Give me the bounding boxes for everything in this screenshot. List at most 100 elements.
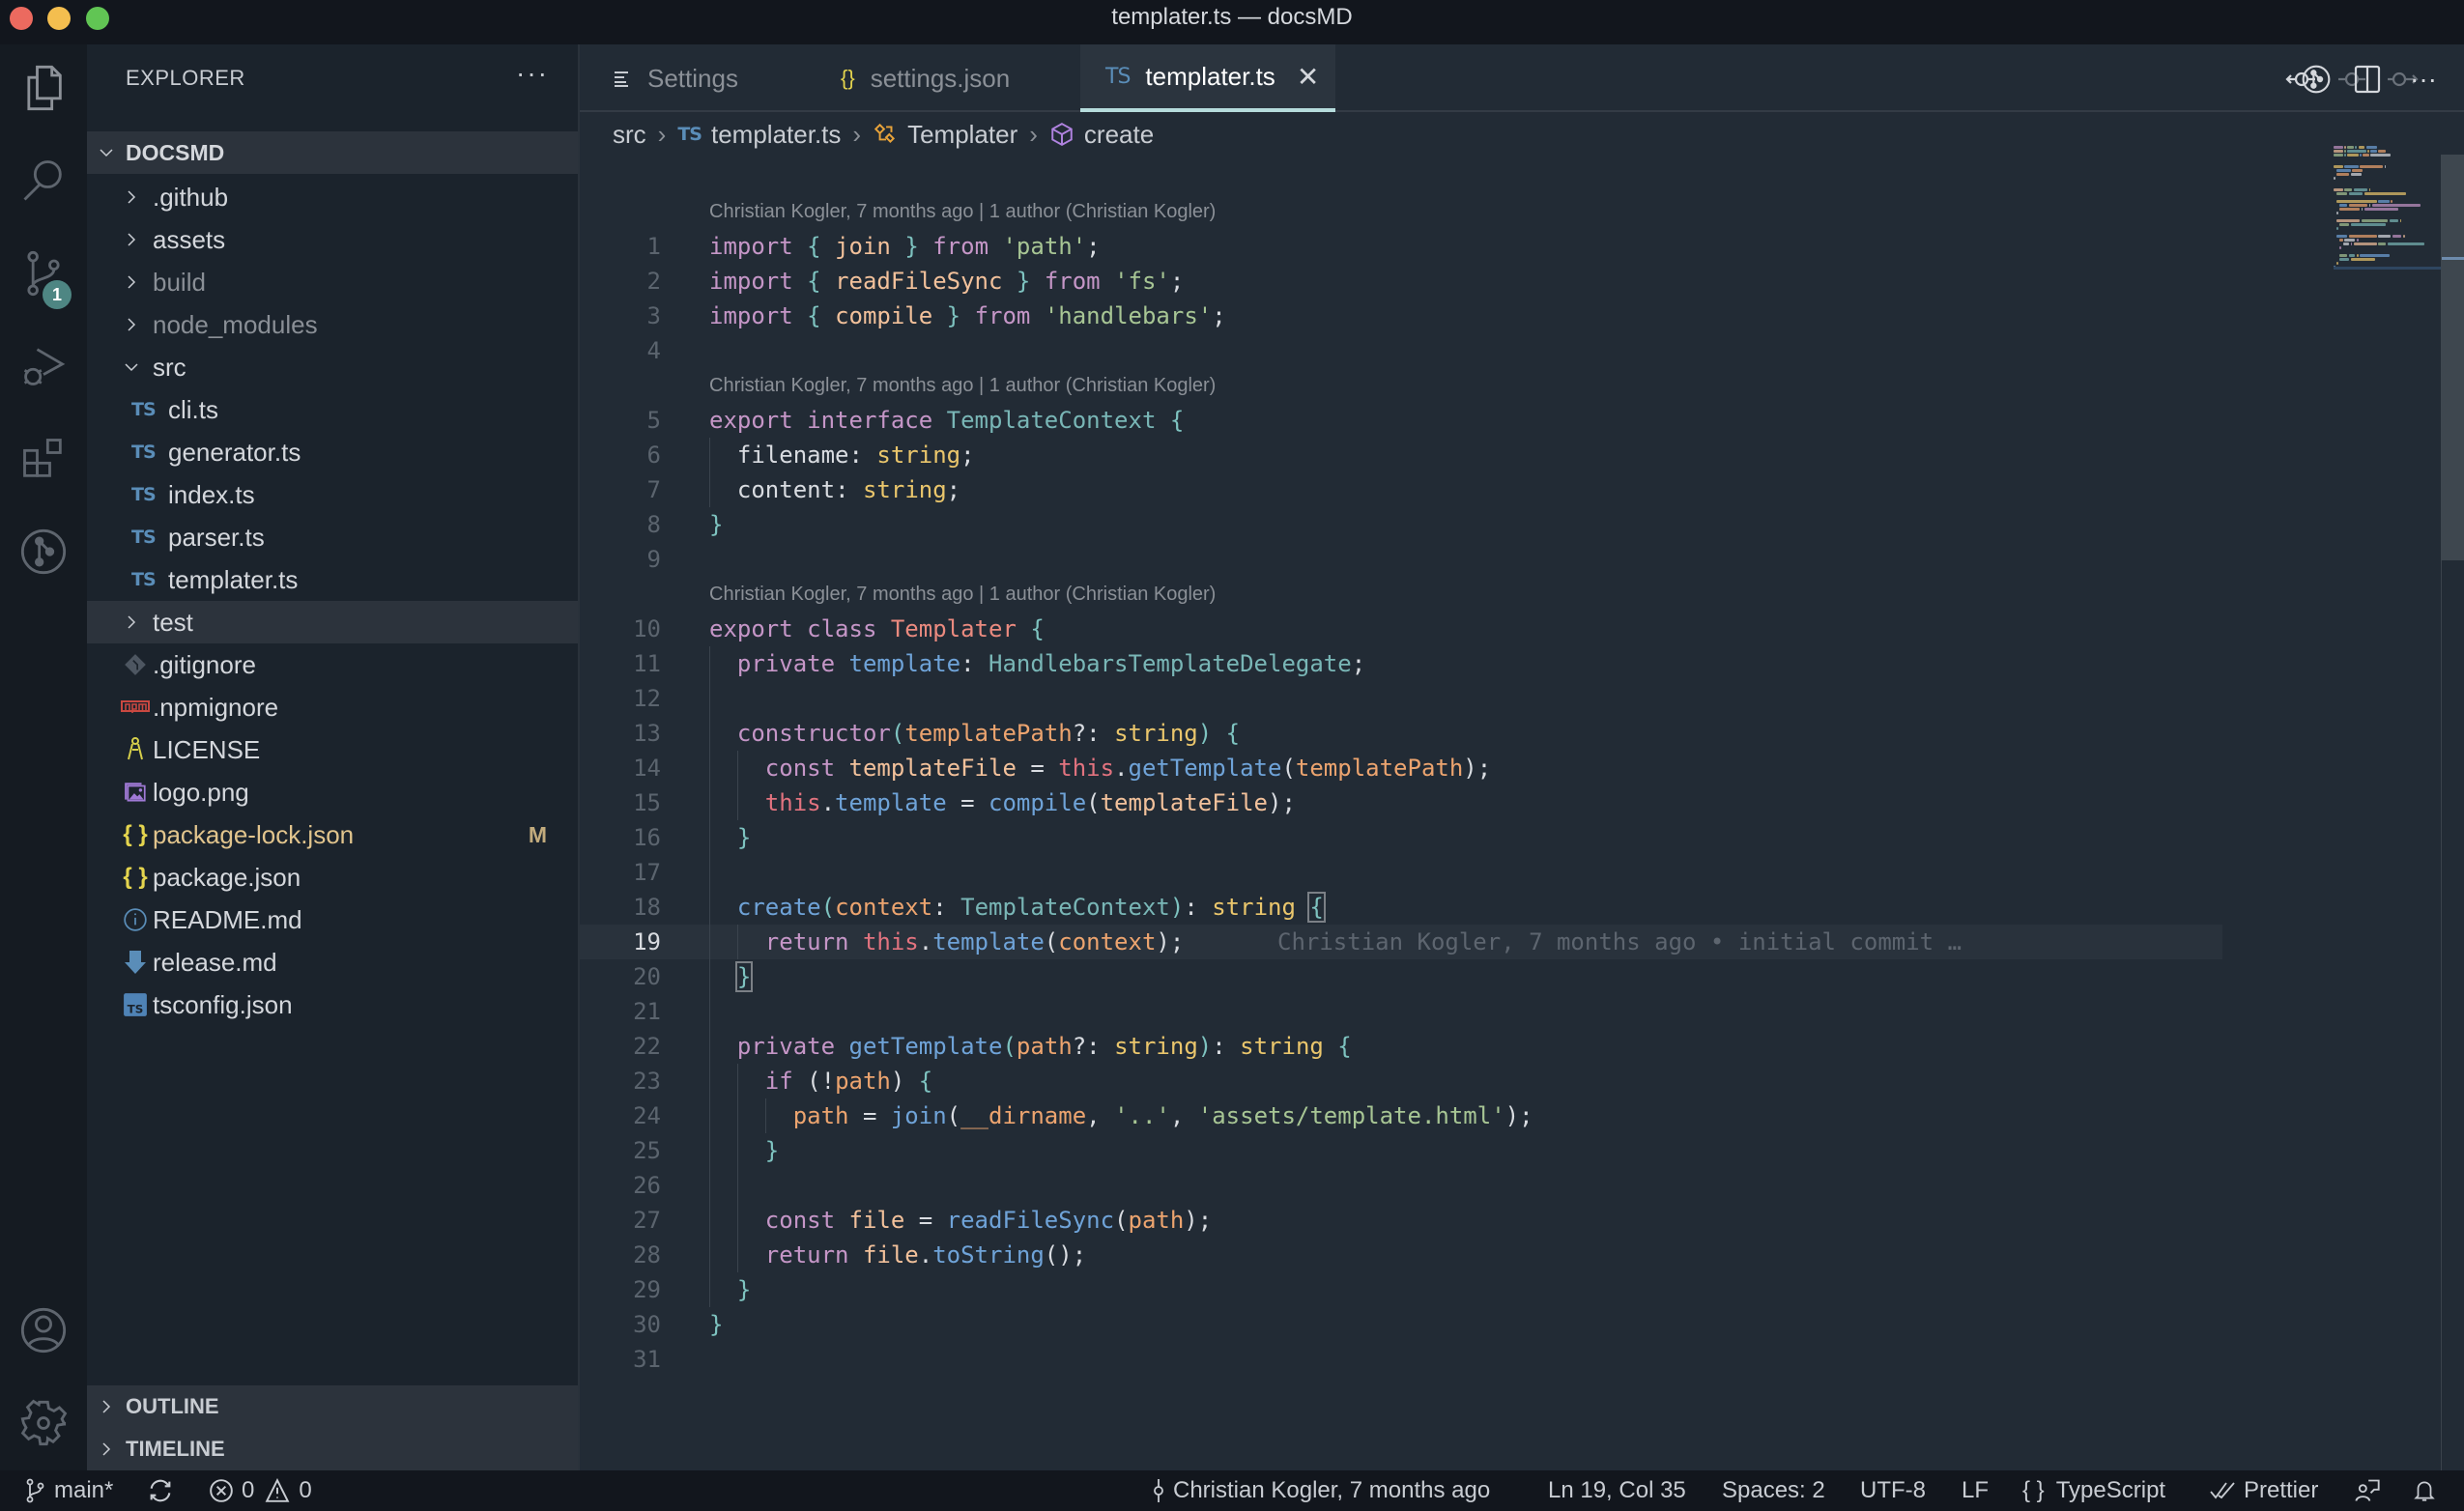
line-number[interactable]: 21 <box>580 994 661 1029</box>
line-number[interactable]: 2 <box>580 264 661 299</box>
status-cursor-position[interactable]: Ln 19, Col 35 <box>1548 1470 1686 1511</box>
code-line[interactable]: 14 const templateFile = this.getTemplate… <box>580 751 2222 785</box>
line-number[interactable]: 29 <box>580 1272 661 1307</box>
line-number[interactable]: 8 <box>580 507 661 542</box>
status-language[interactable]: { } TypeScript <box>2022 1470 2165 1511</box>
line-number[interactable]: 9 <box>580 542 661 577</box>
tree-folder[interactable]: build <box>87 261 578 303</box>
activity-source-control[interactable]: 1 <box>0 230 87 317</box>
tree-folder[interactable]: test <box>87 601 578 643</box>
problems-button[interactable]: 0 0 <box>209 1470 312 1511</box>
code-line[interactable]: 20 } <box>580 959 2222 994</box>
activity-accounts[interactable] <box>0 1287 87 1374</box>
line-number[interactable]: 22 <box>580 1029 661 1064</box>
line-number[interactable]: 19 <box>580 925 661 959</box>
activity-run-debug[interactable] <box>0 323 87 410</box>
code-line[interactable]: 3 import { compile } from 'handlebars'; <box>580 299 2222 333</box>
line-number[interactable]: 12 <box>580 681 661 716</box>
line-number[interactable]: 23 <box>580 1064 661 1098</box>
tree-folder[interactable]: .github <box>87 176 578 218</box>
line-number[interactable]: 27 <box>580 1203 661 1238</box>
sync-button[interactable] <box>147 1470 182 1511</box>
status-prettier[interactable]: Prettier <box>2209 1470 2318 1511</box>
code-line[interactable]: 10 export class Templater { <box>580 612 2222 646</box>
outline-section[interactable]: OUTLINE <box>87 1385 578 1428</box>
line-number[interactable]: 3 <box>580 299 661 333</box>
code-line[interactable]: 1 import { join } from 'path'; <box>580 229 2222 264</box>
code-line[interactable]: 23 if (!path) { <box>580 1064 2222 1098</box>
tree-file[interactable]: TS index.ts <box>87 473 578 516</box>
code-line[interactable]: 21 <box>580 994 2222 1029</box>
line-number[interactable]: 20 <box>580 959 661 994</box>
code-line[interactable]: 28 return file.toString(); <box>580 1238 2222 1272</box>
line-number[interactable]: 25 <box>580 1133 661 1168</box>
tree-file[interactable]: LICENSE <box>87 728 578 771</box>
line-number[interactable]: 11 <box>580 646 661 681</box>
status-eol[interactable]: LF <box>1962 1470 1989 1511</box>
code-line[interactable]: 15 this.template = compile(templateFile)… <box>580 785 2222 820</box>
tree-folder[interactable]: assets <box>87 218 578 261</box>
git-graph-button[interactable] <box>2297 60 2335 99</box>
code-line[interactable]: 26 <box>580 1168 2222 1203</box>
code-line[interactable]: 31 <box>580 1342 2222 1377</box>
code-line[interactable]: 11 private template: HandlebarsTemplateD… <box>580 646 2222 681</box>
code-line[interactable]: 4 <box>580 333 2222 368</box>
line-number[interactable]: 15 <box>580 785 661 820</box>
more-actions-button[interactable]: ··· <box>2404 60 2443 99</box>
line-number[interactable]: 7 <box>580 472 661 507</box>
code-line[interactable]: 29 } <box>580 1272 2222 1307</box>
status-branch[interactable]: main* <box>25 1470 113 1511</box>
timeline-section[interactable]: TIMELINE <box>87 1428 578 1470</box>
code-line[interactable]: 19 return this.template(context); Christi… <box>580 925 2222 959</box>
code-line[interactable]: 12 <box>580 681 2222 716</box>
line-number[interactable]: 30 <box>580 1307 661 1342</box>
tree-file[interactable]: .gitignore <box>87 643 578 686</box>
line-number[interactable]: 17 <box>580 855 661 890</box>
line-number[interactable]: 16 <box>580 820 661 855</box>
line-number[interactable]: 24 <box>580 1098 661 1133</box>
tree-file[interactable]: TS cli.ts <box>87 388 578 431</box>
blame-codelens[interactable]: Christian Kogler, 7 months ago | 1 autho… <box>709 368 1216 403</box>
code-line[interactable]: 9 <box>580 542 2222 577</box>
line-number[interactable]: 10 <box>580 612 661 646</box>
code-line[interactable]: 5 export interface TemplateContext { <box>580 403 2222 438</box>
blame-codelens[interactable]: Christian Kogler, 7 months ago | 1 autho… <box>709 194 1216 229</box>
line-number[interactable]: 1 <box>580 229 661 264</box>
code-line[interactable]: 17 <box>580 855 2222 890</box>
tree-file[interactable]: README.md <box>87 898 578 941</box>
activity-explorer[interactable] <box>0 44 87 131</box>
line-number[interactable]: 26 <box>580 1168 661 1203</box>
tree-file[interactable]: { } package.json <box>87 856 578 898</box>
code-line[interactable]: 13 constructor(templatePath?: string) { <box>580 716 2222 751</box>
tree-file[interactable]: TS parser.ts <box>87 516 578 558</box>
code-line[interactable]: 2 import { readFileSync } from 'fs'; <box>580 264 2222 299</box>
code-line[interactable]: 7 content: string; <box>580 472 2222 507</box>
code-line[interactable]: 24 path = join(__dirname, '..', 'assets/… <box>580 1098 2222 1133</box>
tree-file[interactable]: TS generator.ts <box>87 431 578 473</box>
line-number[interactable]: 14 <box>580 751 661 785</box>
tree-file[interactable]: logo.png <box>87 771 578 813</box>
vertical-scrollbar-thumb[interactable] <box>2441 155 2464 560</box>
code-line[interactable]: 25 } <box>580 1133 2222 1168</box>
code-line[interactable]: 8} <box>580 507 2222 542</box>
activity-extensions[interactable] <box>0 415 87 502</box>
code-line[interactable]: 30} <box>580 1307 2222 1342</box>
code-line[interactable]: 22 private getTemplate(path?: string): s… <box>580 1029 2222 1064</box>
activity-git-graph[interactable] <box>0 508 87 595</box>
code-line[interactable]: 6 filename: string; <box>580 438 2222 472</box>
tree-file[interactable]: .npmignore <box>87 686 578 728</box>
tree-folder[interactable]: node_modules <box>87 303 578 346</box>
activity-search[interactable] <box>0 137 87 224</box>
line-number[interactable]: 13 <box>580 716 661 751</box>
line-number[interactable]: 5 <box>580 403 661 438</box>
status-encoding[interactable]: UTF-8 <box>1860 1470 1926 1511</box>
line-number[interactable]: 4 <box>580 333 661 368</box>
code-line[interactable]: 27 const file = readFileSync(path); <box>580 1203 2222 1238</box>
explorer-more-button[interactable]: ··· <box>516 58 549 89</box>
tree-file[interactable]: release.md <box>87 941 578 984</box>
live-share-button[interactable] <box>2354 1470 2389 1511</box>
notifications-button[interactable] <box>2412 1470 2445 1511</box>
status-git-blame[interactable]: Christian Kogler, 7 months ago <box>1152 1470 1490 1511</box>
line-number[interactable]: 28 <box>580 1238 661 1272</box>
workspace-root[interactable]: DOCSMD <box>87 131 578 174</box>
